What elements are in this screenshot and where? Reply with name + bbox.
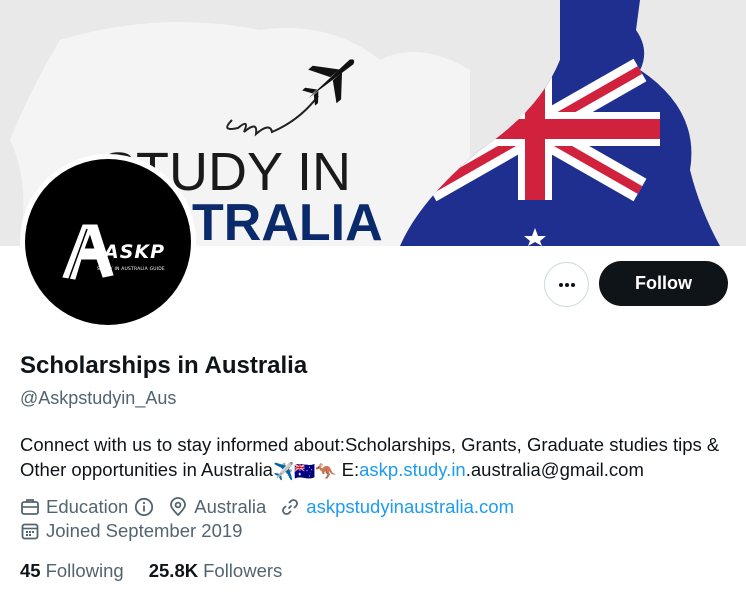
bio-email-suffix: .australia@gmail.com [465, 459, 644, 480]
profile-name: Scholarships in Australia [20, 352, 308, 379]
more-options-button[interactable] [544, 262, 589, 307]
followers-label: Followers [203, 560, 283, 581]
avatar-image: ASKP STUDY IN AUSTRALIA GUIDE [25, 159, 191, 325]
followers-link[interactable]: 25.8K Followers [149, 560, 283, 582]
profile-avatar[interactable]: ASKP STUDY IN AUSTRALIA GUIDE [20, 154, 196, 330]
avatar-logo-text: ASKP [104, 241, 166, 263]
followers-count: 25.8K [148, 560, 199, 581]
ellipsis-icon [558, 282, 575, 287]
following-label: Following [45, 560, 124, 581]
profile-category: Education [20, 496, 154, 518]
link-icon [280, 497, 300, 517]
avatar-logo-subtext: STUDY IN AUSTRALIA GUIDE [97, 267, 165, 272]
profile-bio: Connect with us to stay informed about:S… [20, 432, 732, 484]
location-label: Australia [194, 496, 267, 517]
website-link[interactable]: askpstudyinaustralia.com [306, 496, 514, 518]
following-count: 45 [20, 560, 41, 581]
profile-location: Australia [168, 496, 266, 518]
location-pin-icon [168, 497, 188, 517]
bio-email-prefix: E: [336, 459, 360, 480]
follow-button[interactable]: Follow [599, 261, 728, 306]
joined-label: Joined September 2019 [46, 520, 243, 541]
banner-headline-line2: TRALIA [192, 194, 383, 246]
profile-website[interactable]: askpstudyinaustralia.com [280, 496, 514, 518]
category-label: Education [46, 496, 129, 517]
following-link[interactable]: 45 Following [20, 560, 124, 582]
bio-emojis: ✈️🇦🇺🦘 [272, 462, 337, 481]
profile-handle: @Askpstudyin_Aus [20, 388, 177, 408]
bio-email-link[interactable]: askp.study.in [359, 459, 466, 480]
calendar-icon [20, 521, 40, 541]
briefcase-icon [20, 497, 40, 517]
profile-meta: Education Australia askpstudyinaustralia… [20, 494, 514, 520]
profile-stats: 45 Following 25.8K Followers [20, 558, 282, 584]
profile-joined: Joined September 2019 [20, 518, 242, 544]
info-icon[interactable] [134, 497, 154, 517]
